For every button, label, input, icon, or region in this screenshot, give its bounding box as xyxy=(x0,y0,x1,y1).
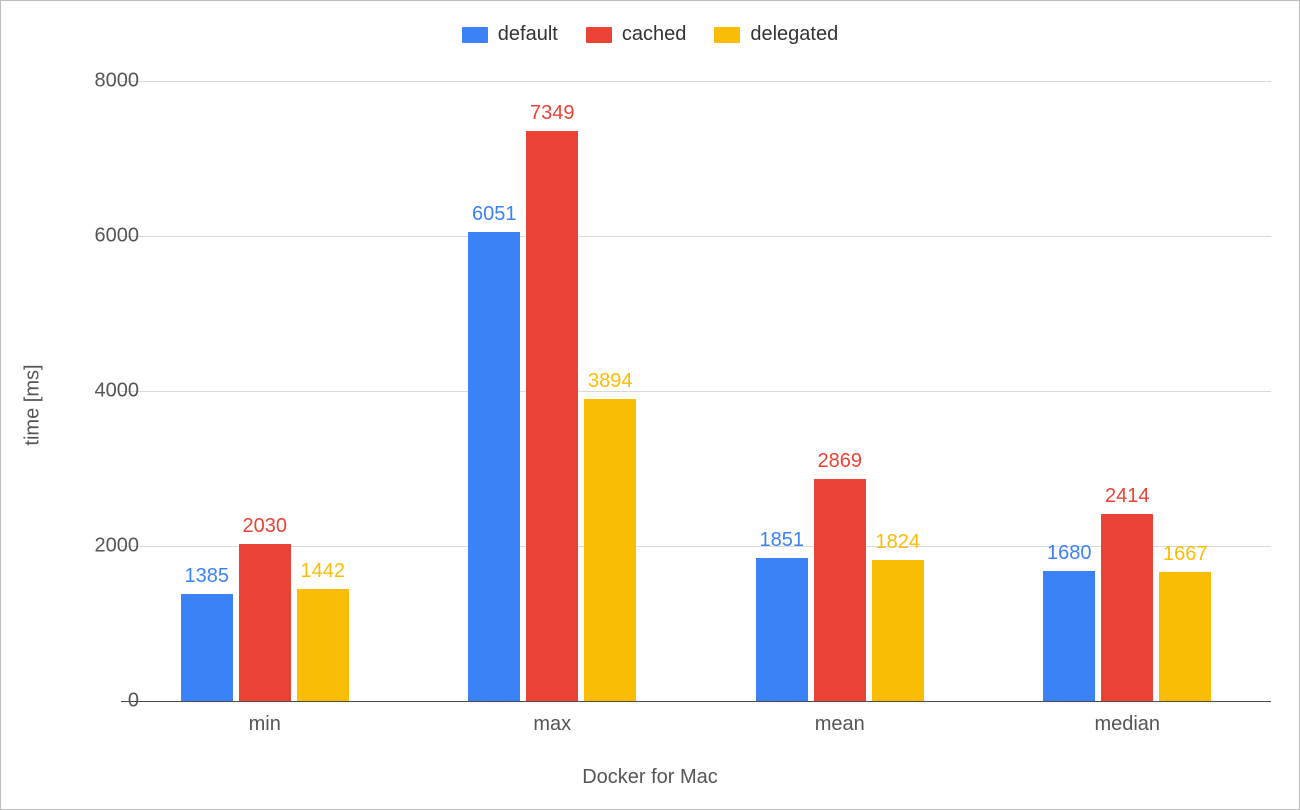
legend-item-default: default xyxy=(462,23,558,46)
legend-label-cached: cached xyxy=(622,23,687,46)
y-tick-label: 0 xyxy=(69,690,139,713)
bar-value-label: 6051 xyxy=(472,203,517,226)
bar-default-max xyxy=(468,232,520,701)
chart-frame: default cached delegated time [ms] 1385 2… xyxy=(0,0,1300,810)
gridline xyxy=(121,81,1271,82)
bar-cached-max xyxy=(526,131,578,701)
bar-value-label: 2030 xyxy=(243,515,288,538)
x-axis-label: Docker for Mac xyxy=(1,766,1299,789)
x-tick-label: max xyxy=(533,713,571,736)
bar-delegated-min xyxy=(297,589,349,701)
bar-cached-mean xyxy=(814,479,866,701)
y-tick-label: 2000 xyxy=(69,535,139,558)
bar-value-label: 3894 xyxy=(588,370,633,393)
x-tick-label: mean xyxy=(815,713,865,736)
legend-item-delegated: delegated xyxy=(714,23,838,46)
legend-label-delegated: delegated xyxy=(750,23,838,46)
bar-value-label: 1667 xyxy=(1163,543,1208,566)
gridline xyxy=(121,391,1271,392)
y-tick-label: 8000 xyxy=(69,70,139,93)
bar-delegated-mean xyxy=(872,560,924,701)
legend: default cached delegated xyxy=(1,23,1299,46)
x-tick-label: median xyxy=(1094,713,1160,736)
legend-label-default: default xyxy=(498,23,558,46)
bar-default-mean xyxy=(756,558,808,701)
bar-value-label: 1385 xyxy=(185,565,230,588)
bar-value-label: 7349 xyxy=(530,102,575,125)
bar-value-label: 2414 xyxy=(1105,485,1150,508)
y-tick-label: 6000 xyxy=(69,225,139,248)
bar-value-label: 1680 xyxy=(1047,542,1092,565)
legend-swatch-cached xyxy=(586,27,612,43)
y-tick-label: 4000 xyxy=(69,380,139,403)
plot-area: 1385 2030 1442 6051 7349 3894 1851 2869 1824 1680… xyxy=(121,81,1271,701)
legend-swatch-delegated xyxy=(714,27,740,43)
legend-swatch-default xyxy=(462,27,488,43)
bar-value-label: 2869 xyxy=(818,450,863,473)
bar-default-min xyxy=(181,594,233,701)
bar-value-label: 1851 xyxy=(760,529,805,552)
bar-delegated-max xyxy=(584,399,636,701)
x-axis-baseline xyxy=(121,701,1271,702)
gridline xyxy=(121,546,1271,547)
gridline xyxy=(121,236,1271,237)
legend-item-cached: cached xyxy=(586,23,687,46)
y-axis-label: time [ms] xyxy=(22,364,45,445)
x-tick-label: min xyxy=(249,713,281,736)
bar-value-label: 1824 xyxy=(876,531,921,554)
bar-cached-min xyxy=(239,544,291,701)
bar-cached-median xyxy=(1101,514,1153,701)
bar-default-median xyxy=(1043,571,1095,701)
bar-value-label: 1442 xyxy=(301,560,346,583)
bar-delegated-median xyxy=(1159,572,1211,701)
